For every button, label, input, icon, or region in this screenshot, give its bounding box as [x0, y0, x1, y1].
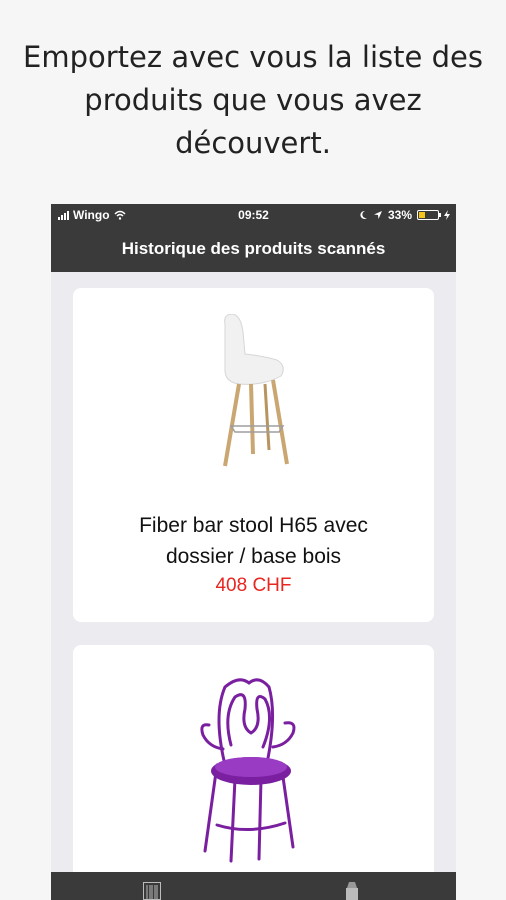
moon-icon	[360, 210, 367, 219]
promo-line-1: Emportez avec vous la liste des	[23, 40, 483, 74]
location-arrow-icon	[373, 211, 382, 219]
status-bar: Wingo 09:52 33%	[51, 204, 456, 226]
purple-iron-chair-image	[200, 678, 296, 863]
battery-icon	[417, 210, 441, 220]
tab-bar	[51, 872, 456, 900]
promo-headline: Emportez avec vous la liste des produits…	[0, 36, 506, 165]
battery-percent: 33%	[387, 208, 412, 222]
nav-bar: Historique des produits scannés	[51, 226, 456, 272]
history-icon[interactable]	[343, 882, 361, 900]
product-card[interactable]: Fiber bar stool H65 avec dossier / base …	[73, 288, 434, 622]
barcode-icon[interactable]	[143, 882, 161, 900]
product-card[interactable]	[73, 645, 434, 900]
bar-stool-image	[223, 314, 289, 467]
phone-screen: Wingo 09:52 33% Historique des produits …	[51, 204, 456, 900]
promo-line-2: produits que vous avez	[84, 83, 422, 117]
product-price: 408 CHF	[215, 575, 292, 596]
product-name-line-2: dossier / base bois	[165, 545, 342, 568]
promo-line-3: découvert.	[175, 126, 331, 160]
nav-title: Historique des produits scannés	[121, 239, 386, 258]
product-name: Fiber bar stool H65 avec dossier / base …	[73, 510, 434, 572]
product-name-line-1: Fiber bar stool H65 avec	[139, 514, 368, 537]
charging-bolt-icon	[444, 210, 450, 220]
